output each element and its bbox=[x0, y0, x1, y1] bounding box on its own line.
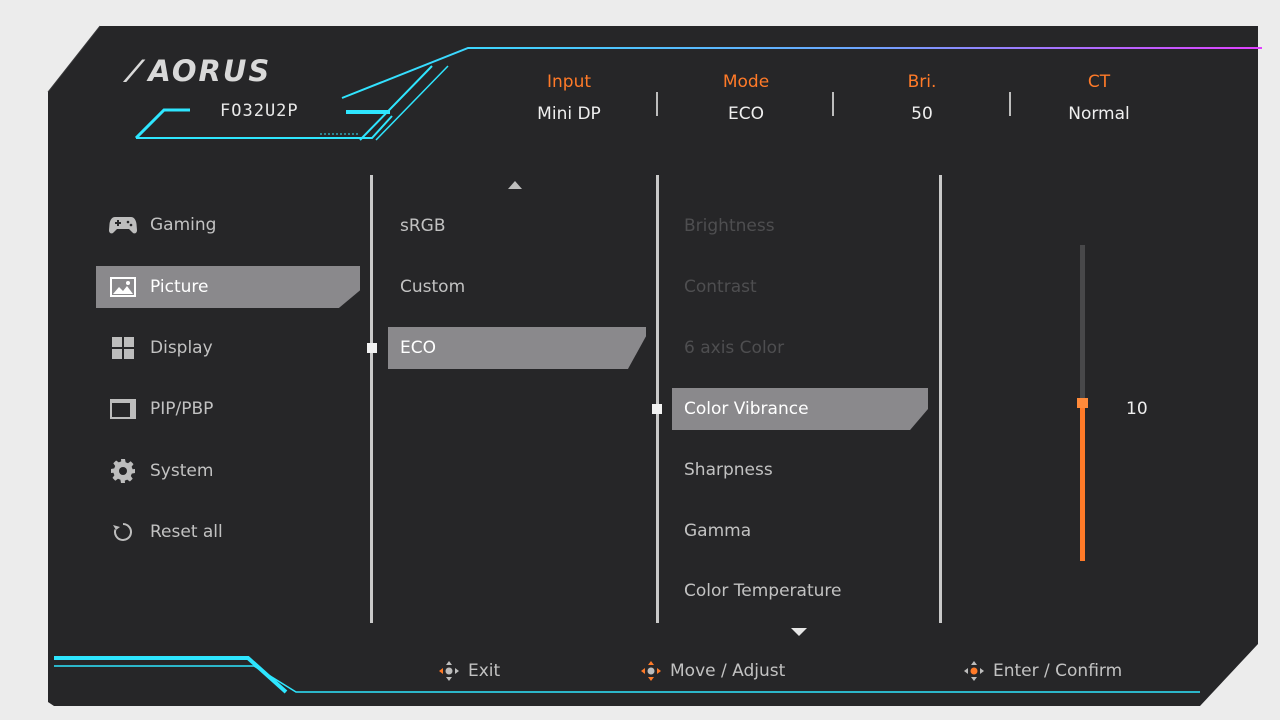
setting-brightness: Brightness bbox=[672, 205, 928, 247]
menu-item-label: Reset all bbox=[150, 522, 223, 542]
model-name: FO32U2P bbox=[220, 101, 299, 121]
gamepad-icon bbox=[108, 214, 138, 236]
selection-marker-icon bbox=[367, 343, 377, 353]
vibrance-value: 10 bbox=[1126, 399, 1148, 419]
setting-6-axis-color: 6 axis Color bbox=[672, 327, 928, 369]
scroll-down-arrow-icon[interactable] bbox=[791, 628, 807, 636]
hint-enter-confirm: Enter / Confirm bbox=[963, 660, 1122, 682]
picture-icon bbox=[108, 276, 138, 298]
hint-move-adjust: Move / Adjust bbox=[640, 660, 785, 682]
setting-label: Contrast bbox=[684, 277, 757, 297]
column-divider bbox=[370, 175, 373, 623]
menu-item-label: System bbox=[150, 461, 214, 481]
menu-item-label: Picture bbox=[150, 277, 209, 297]
setting-label: Brightness bbox=[684, 216, 775, 236]
menu-item-reset-all[interactable]: Reset all bbox=[96, 511, 360, 553]
setting-sharpness[interactable]: Sharpness bbox=[672, 449, 928, 491]
status-label: Mode bbox=[722, 72, 770, 92]
setting-gamma[interactable]: Gamma bbox=[672, 510, 928, 552]
hint-label: Enter / Confirm bbox=[993, 661, 1123, 681]
setting-contrast: Contrast bbox=[672, 266, 928, 308]
setting-label: 6 axis Color bbox=[684, 338, 785, 358]
status-separator bbox=[832, 92, 834, 116]
setting-label: Sharpness bbox=[684, 460, 773, 480]
status-value: 50 bbox=[911, 104, 933, 124]
status-separator bbox=[1009, 92, 1011, 116]
status-label: CT bbox=[1087, 72, 1111, 92]
option-label: Custom bbox=[400, 277, 466, 297]
status-label: Bri. bbox=[907, 72, 937, 92]
option-eco[interactable]: ECO bbox=[388, 327, 646, 369]
joystick-all-icon bbox=[641, 661, 661, 681]
aorus-logo: ⟋AORUS bbox=[124, 54, 271, 89]
hint-label: Exit bbox=[468, 661, 501, 681]
status-input: Input Mini DP bbox=[489, 72, 649, 124]
pip-icon bbox=[108, 398, 138, 420]
status-value: Mini DP bbox=[537, 104, 601, 124]
setting-label: Gamma bbox=[684, 521, 752, 541]
reset-icon bbox=[108, 521, 138, 543]
option-custom[interactable]: Custom bbox=[388, 266, 646, 308]
menu-item-label: Display bbox=[150, 338, 213, 358]
status-ct: CT Normal bbox=[1019, 72, 1179, 124]
status-brightness: Bri. 50 bbox=[842, 72, 1002, 124]
column-divider bbox=[939, 175, 942, 623]
vibrance-slider-thumb[interactable] bbox=[1077, 398, 1088, 408]
menu-item-label: PIP/PBP bbox=[150, 399, 214, 419]
status-value: Normal bbox=[1068, 104, 1130, 124]
status-separator bbox=[656, 92, 658, 116]
display-grid-icon bbox=[108, 337, 138, 359]
hint-exit: Exit bbox=[438, 660, 500, 682]
status-value: ECO bbox=[728, 104, 764, 124]
setting-label: Color Temperature bbox=[684, 581, 842, 601]
joystick-left-icon bbox=[439, 661, 459, 681]
menu-item-label: Gaming bbox=[150, 215, 217, 235]
menu-item-display[interactable]: Display bbox=[96, 327, 360, 369]
vibrance-slider-fill bbox=[1080, 403, 1085, 561]
setting-color-vibrance[interactable]: Color Vibrance bbox=[672, 388, 928, 430]
menu-item-gaming[interactable]: Gaming bbox=[96, 204, 360, 246]
option-label: sRGB bbox=[400, 216, 446, 236]
status-label: Input bbox=[546, 72, 592, 92]
menu-item-pip-pbp[interactable]: PIP/PBP bbox=[96, 388, 360, 430]
column-divider bbox=[656, 175, 659, 623]
setting-color-temperature[interactable]: Color Temperature bbox=[672, 570, 928, 612]
selection-marker-icon bbox=[652, 404, 662, 414]
menu-item-system[interactable]: System bbox=[96, 450, 360, 492]
scroll-up-arrow-icon[interactable] bbox=[508, 181, 522, 189]
eagle-wing-icon: ⟋ bbox=[124, 54, 147, 88]
setting-label: Color Vibrance bbox=[684, 399, 809, 419]
gear-icon bbox=[108, 459, 138, 483]
status-mode: Mode ECO bbox=[666, 72, 826, 124]
option-label: ECO bbox=[400, 338, 436, 358]
menu-item-picture[interactable]: Picture bbox=[96, 266, 360, 308]
option-srgb[interactable]: sRGB bbox=[388, 205, 646, 247]
joystick-press-icon bbox=[964, 661, 984, 681]
hint-label: Move / Adjust bbox=[670, 661, 786, 681]
brand-text: AORUS bbox=[148, 54, 272, 88]
